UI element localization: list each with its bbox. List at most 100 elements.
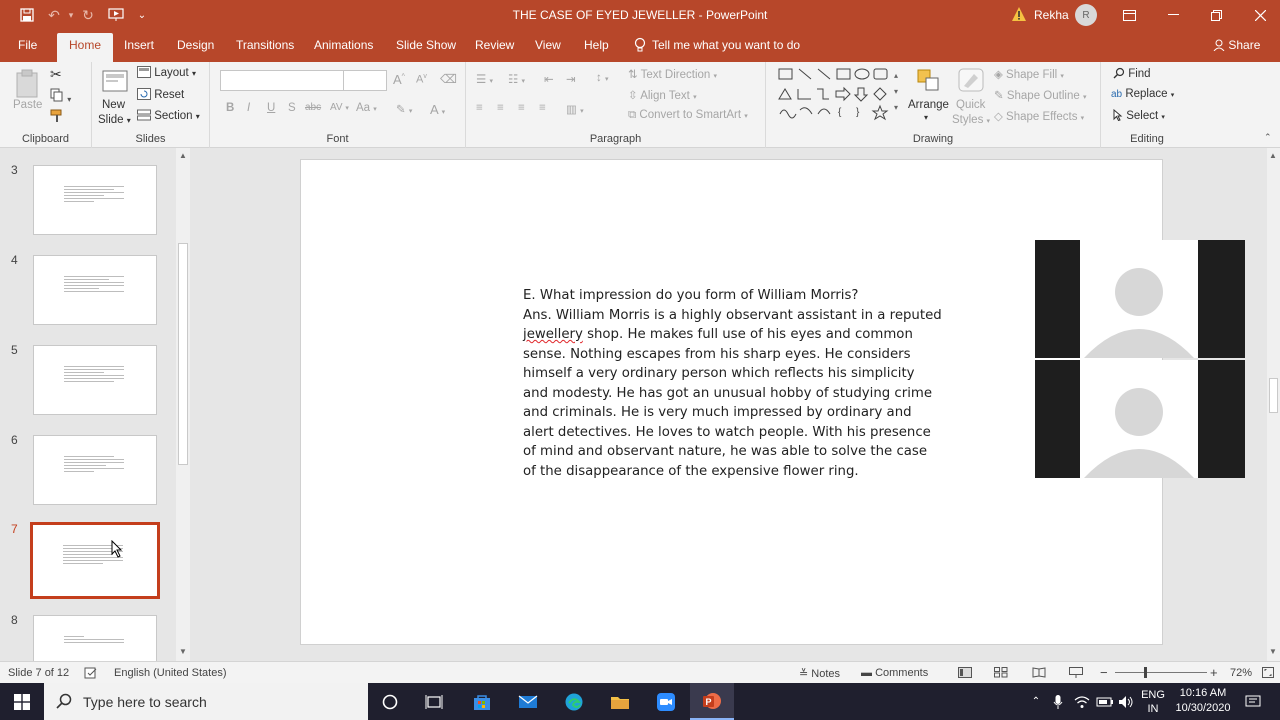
decrease-font-icon[interactable]: Av xyxy=(416,73,427,86)
shape-outline-button[interactable]: ✎ Shape Outline ▾ xyxy=(994,88,1086,102)
bold-button[interactable]: B xyxy=(226,102,234,114)
task-view-icon[interactable] xyxy=(412,683,456,720)
store-icon[interactable] xyxy=(460,683,504,720)
tab-help[interactable]: Help xyxy=(584,38,609,52)
font-size-input[interactable] xyxy=(343,70,387,91)
scrollbar-thumb[interactable] xyxy=(1269,378,1278,413)
zoom-slider-thumb[interactable] xyxy=(1144,667,1147,678)
character-spacing-button[interactable]: AV ▾ xyxy=(330,102,349,113)
cut-icon[interactable]: ✂ xyxy=(50,66,62,83)
zoom-in-button[interactable]: + xyxy=(1210,665,1218,680)
change-case-button[interactable]: Aa ▾ xyxy=(356,102,377,114)
zoom-out-button[interactable]: − xyxy=(1100,665,1108,680)
shapes-scroll-icon[interactable]: ▴ ▾ ▾ xyxy=(894,68,898,116)
scroll-down-icon[interactable]: ▼ xyxy=(1269,647,1277,656)
tab-animations[interactable]: Animations xyxy=(314,38,373,52)
clear-formatting-icon[interactable]: ⌫ xyxy=(440,72,457,86)
misspelled-word[interactable]: jewellery xyxy=(523,327,583,342)
notes-button[interactable]: ≚ Notes xyxy=(799,667,840,680)
current-slide[interactable]: E. What impression do you form of Willia… xyxy=(300,159,1163,645)
line-spacing-icon[interactable]: ↕ ▾ xyxy=(596,72,608,84)
arrange-dropdown-icon[interactable]: ▾ xyxy=(924,113,928,122)
slideshow-view-icon[interactable] xyxy=(1069,667,1083,681)
slide-thumbnail-selected[interactable] xyxy=(30,522,160,599)
font-name-input[interactable] xyxy=(220,70,354,91)
tab-review[interactable]: Review xyxy=(475,38,514,52)
language-indicator[interactable]: English (United States) xyxy=(114,667,227,679)
thumbnail-scrollbar[interactable]: ▲ ▼ xyxy=(176,148,190,661)
slide-thumbnail[interactable] xyxy=(33,255,157,325)
tab-insert[interactable]: Insert xyxy=(124,38,154,52)
tab-slide-show[interactable]: Slide Show xyxy=(396,38,456,52)
align-text-button[interactable]: ⇳ Align Text ▾ xyxy=(628,88,697,102)
new-slide-label-2[interactable]: Slide ▾ xyxy=(98,114,131,126)
collapse-ribbon-icon[interactable]: ⌃ xyxy=(1264,132,1272,143)
slide-text-box[interactable]: E. What impression do you form of Willia… xyxy=(523,286,943,481)
replace-button[interactable]: ab Replace ▾ xyxy=(1111,88,1174,100)
microphone-icon[interactable] xyxy=(1050,683,1066,720)
select-button[interactable]: Select ▾ xyxy=(1113,108,1165,122)
slide-thumbnail[interactable] xyxy=(33,435,157,505)
reset-button[interactable]: Reset xyxy=(137,88,184,101)
align-center-icon[interactable]: ≡ xyxy=(497,102,504,114)
close-icon[interactable] xyxy=(1245,4,1275,26)
tell-me-search[interactable]: Tell me what you want to do xyxy=(634,37,800,53)
avatar[interactable]: R xyxy=(1075,4,1097,26)
slide-thumbnail[interactable] xyxy=(33,615,157,661)
share-button[interactable]: Share xyxy=(1213,38,1260,52)
comments-button[interactable]: ▬ Comments xyxy=(861,667,928,679)
new-slide-button[interactable] xyxy=(100,68,130,99)
quick-styles-label-2[interactable]: Styles ▾ xyxy=(952,114,990,126)
user-name[interactable]: Rekha xyxy=(1034,8,1069,22)
shape-effects-button[interactable]: ◇ Shape Effects ▾ xyxy=(994,109,1084,123)
justify-icon[interactable]: ≡ xyxy=(539,102,546,114)
increase-indent-icon[interactable]: ⇥ xyxy=(566,72,576,86)
slide-thumbnail[interactable] xyxy=(33,345,157,415)
convert-smartart-button[interactable]: ⧉ Convert to SmartArt ▾ xyxy=(628,109,748,122)
zoom-level[interactable]: 72% xyxy=(1230,667,1252,679)
scrollbar-thumb[interactable] xyxy=(178,243,188,465)
numbering-icon[interactable]: ☷ ▾ xyxy=(508,72,525,86)
start-button[interactable] xyxy=(0,683,44,720)
tab-design[interactable]: Design xyxy=(177,38,214,52)
editor-scrollbar[interactable]: ▲ ▼ xyxy=(1267,148,1280,661)
quick-styles-button[interactable] xyxy=(956,66,986,97)
zoom-slider-track[interactable] xyxy=(1115,672,1207,673)
section-button[interactable]: Section ▾ xyxy=(137,109,200,122)
decrease-indent-icon[interactable]: ⇤ xyxy=(544,72,554,86)
edge-icon[interactable] xyxy=(552,683,596,720)
taskbar-clock[interactable]: 10:16 AM 10/30/2020 xyxy=(1172,686,1234,716)
zoom-app-icon[interactable] xyxy=(644,683,688,720)
fit-to-window-icon[interactable] xyxy=(1262,667,1274,681)
tab-home[interactable]: Home xyxy=(57,33,114,62)
file-explorer-icon[interactable] xyxy=(598,683,642,720)
restore-icon[interactable] xyxy=(1201,4,1231,26)
format-painter-icon[interactable] xyxy=(50,109,64,126)
show-hidden-icons-icon[interactable]: ⌃ xyxy=(1028,683,1044,720)
slide-thumbnail[interactable] xyxy=(33,165,157,235)
italic-button[interactable]: I xyxy=(247,102,250,114)
scroll-up-icon[interactable]: ▲ xyxy=(179,151,187,160)
ribbon-display-options-icon[interactable] xyxy=(1114,4,1144,26)
highlight-icon[interactable]: ✎ ▾ xyxy=(396,102,412,116)
mail-icon[interactable] xyxy=(506,683,550,720)
increase-font-icon[interactable]: A^ xyxy=(393,72,405,87)
tab-view[interactable]: View xyxy=(535,38,561,52)
strikethrough-button[interactable]: abc xyxy=(305,102,321,113)
spelling-check-icon[interactable] xyxy=(84,667,98,682)
tab-file[interactable]: File xyxy=(18,38,37,52)
underline-button[interactable]: U xyxy=(267,102,275,114)
align-left-icon[interactable]: ≡ xyxy=(476,102,483,114)
cortana-icon[interactable] xyxy=(368,683,412,720)
notifications-icon[interactable] xyxy=(1238,683,1268,720)
warning-icon[interactable] xyxy=(1011,6,1027,22)
bullets-icon[interactable]: ☰ ▾ xyxy=(476,72,493,86)
copy-icon[interactable]: ▾ xyxy=(50,88,71,105)
layout-button[interactable]: Layout ▾ xyxy=(137,66,196,79)
font-color-button[interactable]: A ▾ xyxy=(430,102,445,117)
normal-view-icon[interactable] xyxy=(958,667,972,681)
wifi-icon[interactable] xyxy=(1073,683,1091,720)
powerpoint-app-icon[interactable]: P xyxy=(690,683,734,720)
columns-icon[interactable]: ▥ ▾ xyxy=(566,102,584,116)
text-direction-button[interactable]: ⇅ Text Direction ▾ xyxy=(628,67,717,81)
